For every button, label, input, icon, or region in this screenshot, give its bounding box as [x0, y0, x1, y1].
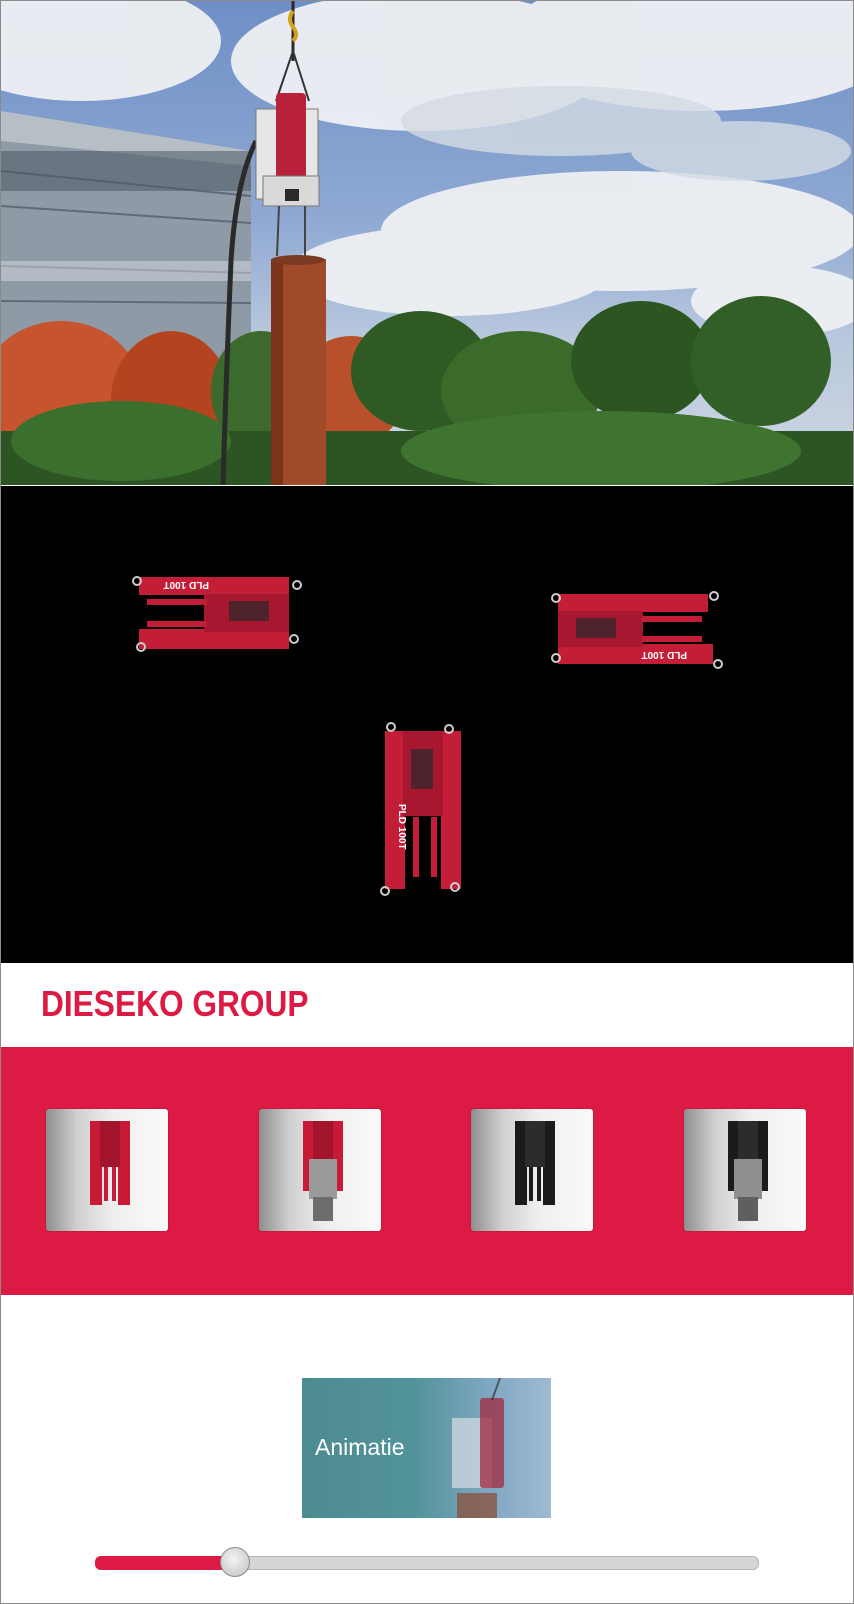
variant-thumb-red-frame-hammer[interactable] [259, 1109, 381, 1231]
hammer-view-left[interactable]: PLD 100T [129, 569, 309, 659]
slider-handle[interactable] [220, 1547, 251, 1577]
app-frame: PLD 100T PLD 100T PLD 100T DIESEKO GROUP… [0, 0, 854, 1604]
hero-scene-image [1, 1, 853, 485]
model-variant-band [1, 1047, 853, 1295]
black-frame-icon [515, 1121, 555, 1205]
timeline-slider[interactable] [95, 1547, 759, 1577]
hero-illustration [1, 1, 853, 485]
variant-thumb-black-frame-hammer[interactable] [684, 1109, 806, 1231]
brand-header: DIESEKO GROUP [1, 963, 853, 1047]
hammer-view-right[interactable]: PLD 100T [546, 586, 726, 676]
variant-thumb-black-frame[interactable] [471, 1109, 593, 1231]
variant-thumb-red-frame[interactable] [46, 1109, 168, 1231]
slider-fill [95, 1556, 235, 1570]
hammer-label-left: PLD 100T [163, 579, 209, 590]
hammer-view-front[interactable]: PLD 100T [379, 719, 479, 899]
animation-button[interactable]: Animatie [302, 1378, 551, 1518]
red-frame-icon [90, 1121, 130, 1205]
hammer-label-front: PLD 100T [396, 804, 407, 850]
black-frame-with-hammer-icon [728, 1121, 768, 1221]
model-viewer[interactable]: PLD 100T PLD 100T PLD 100T [1, 486, 853, 963]
brand-logo: DIESEKO GROUP [41, 983, 309, 1024]
hammer-label-right: PLD 100T [641, 649, 687, 660]
red-frame-with-hammer-icon [303, 1121, 343, 1221]
animation-label: Animatie [315, 1434, 405, 1460]
